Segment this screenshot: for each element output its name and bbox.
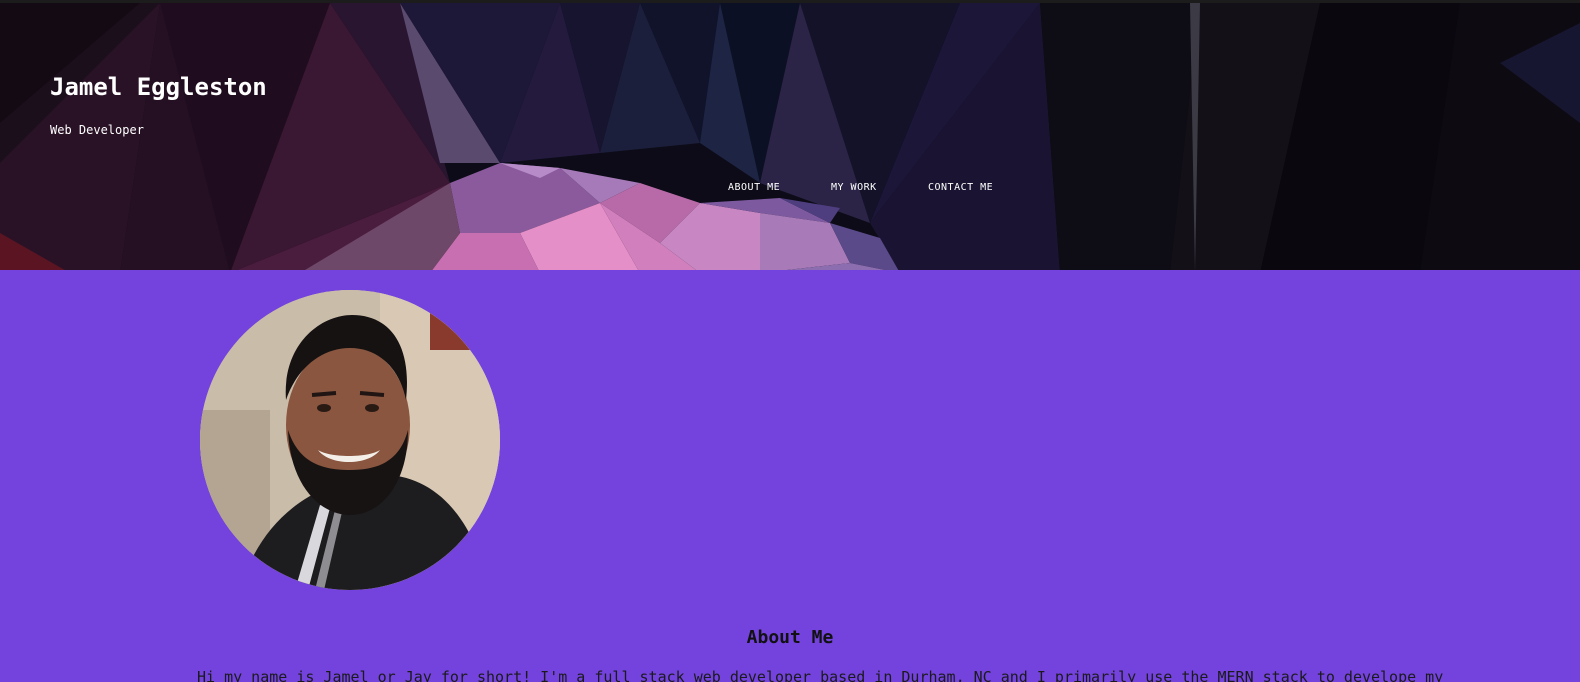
site-title: Jamel Eggleston — [50, 73, 267, 101]
nav-link-contact-me[interactable]: CONTACT ME — [928, 182, 993, 193]
nav-link-about-me[interactable]: ABOUT ME — [728, 182, 780, 193]
about-me-heading: About Me — [746, 627, 834, 648]
main-nav: ABOUT ME MY WORK CONTACT ME — [0, 182, 1580, 196]
brand: Jamel Eggleston Web Developer — [50, 73, 267, 137]
nav-link-my-work[interactable]: MY WORK — [831, 182, 877, 193]
profile-photo — [200, 290, 500, 590]
site-header: Jamel Eggleston Web Developer ABOUT ME M… — [0, 0, 1580, 270]
about-me-text: Hi my name is Jamel or Jay for short! I'… — [197, 668, 1444, 682]
site-subtitle: Web Developer — [50, 123, 144, 137]
profile-photo-image — [200, 290, 500, 590]
